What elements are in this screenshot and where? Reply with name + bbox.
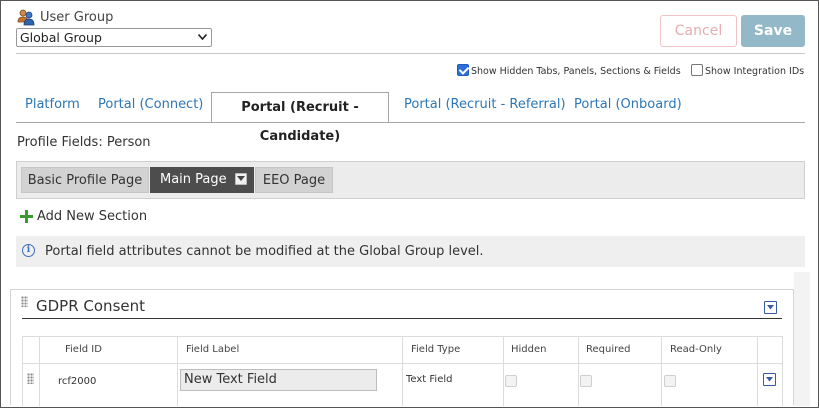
page-tab-main-label: Main Page [160,172,227,187]
show-hidden-checkbox[interactable] [457,64,469,76]
page-tab-main[interactable]: Main Page [150,167,254,193]
table-col-divider [503,336,504,406]
tab-portal-recruit-referral[interactable]: Portal (Recruit - Referral) [404,97,566,112]
tab-portal-onboard[interactable]: Portal (Onboard) [574,97,682,112]
chevron-down-icon [767,305,774,310]
drag-handle-icon[interactable] [27,373,34,384]
column-header-field-type: Field Type [411,344,461,355]
info-message: Portal field attributes cannot be modifi… [45,244,484,259]
info-icon: i [22,244,35,257]
show-hidden-label: Show Hidden Tabs, Panels, Sections & Fie… [471,66,681,77]
vertical-scrollbar[interactable] [794,272,810,406]
user-group-select[interactable]: Global Group [16,28,212,47]
table-col-divider [661,336,662,406]
tab-portal-connect[interactable]: Portal (Connect) [98,97,203,112]
user-group-label: User Group [40,10,114,25]
field-type-cell: Text Field [406,374,453,385]
table-col-divider [578,336,579,406]
hidden-checkbox[interactable] [505,375,517,387]
required-checkbox[interactable] [580,375,592,387]
field-label-input[interactable]: New Text Field [180,369,377,391]
column-header-read-only: Read-Only [670,344,722,355]
table-col-divider [757,336,758,406]
table-col-divider [22,336,23,406]
tab-platform[interactable]: Platform [25,97,80,112]
chevron-down-icon [198,34,207,40]
add-new-section-link[interactable]: Add New Section [20,209,147,224]
section-divider [22,318,782,319]
drag-handle-icon[interactable] [21,296,28,307]
read-only-checkbox[interactable] [664,375,676,387]
column-header-required: Required [586,344,631,355]
cancel-button[interactable]: Cancel [660,15,737,47]
tab-portal-recruit-candidate[interactable]: Portal (Recruit - Candidate) [211,92,389,144]
column-header-hidden: Hidden [511,344,547,355]
table-col-divider [782,336,783,406]
field-id-cell: rcf2000 [58,376,97,387]
user-group-select-value: Global Group [20,30,102,45]
row-menu-button[interactable] [763,373,776,386]
plus-icon [20,210,33,223]
show-integration-ids-label: Show Integration IDs [705,66,805,77]
section-menu-button[interactable] [764,301,777,314]
save-button[interactable]: Save [741,15,805,47]
show-integration-ids-checkbox[interactable] [691,64,703,76]
table-col-divider [177,336,178,406]
add-new-section-label: Add New Section [37,209,148,224]
chevron-down-icon[interactable] [235,173,247,185]
page-tab-basic-profile[interactable]: Basic Profile Page [21,167,149,193]
profile-fields-label: Profile Fields: Person [17,135,151,150]
column-header-field-label: Field Label [186,344,240,355]
table-col-divider [39,336,40,406]
header-divider [16,53,805,54]
column-header-field-id: Field ID [65,344,102,355]
section-title: GDPR Consent [36,297,145,315]
user-group-icon [17,9,35,26]
page-tab-eeo[interactable]: EEO Page [255,167,333,193]
table-col-divider [402,336,403,406]
tab-divider [16,122,805,123]
chevron-down-icon [766,377,773,382]
